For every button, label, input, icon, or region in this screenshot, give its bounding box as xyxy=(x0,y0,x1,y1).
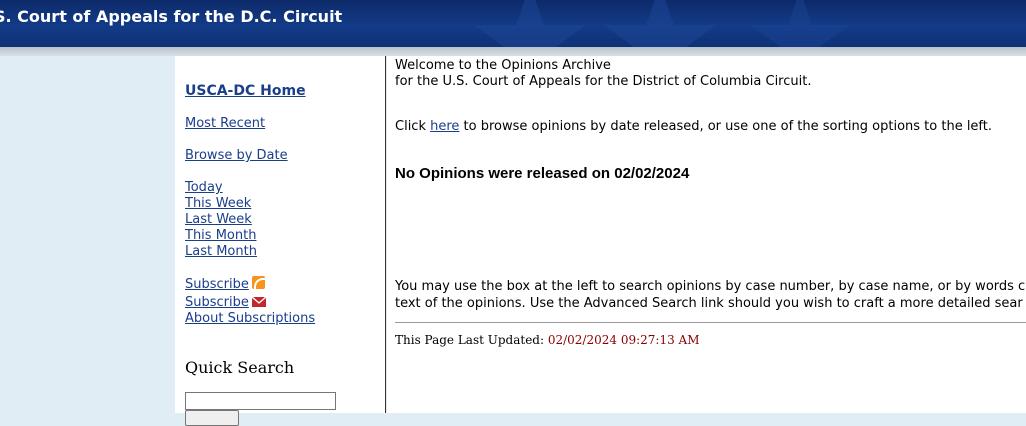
here-link[interactable]: here xyxy=(430,119,459,134)
banner-stripe xyxy=(0,47,1026,56)
subscribe-rss-label[interactable]: Subscribe xyxy=(185,277,249,292)
nav-this-week-link[interactable]: This Week xyxy=(185,196,251,211)
left-margin xyxy=(0,56,175,413)
subscribe-email-label[interactable]: Subscribe xyxy=(185,295,249,310)
nav-browse-by-date-link[interactable]: Browse by Date xyxy=(185,148,288,163)
welcome-line-1: Welcome to the Opinions Archive xyxy=(395,58,611,73)
nav-last-month-link[interactable]: Last Month xyxy=(185,244,257,259)
site-title: S. Court of Appeals for the D.C. Circuit xyxy=(0,7,343,26)
nav-about-subscriptions-link[interactable]: About Subscriptions xyxy=(185,311,315,326)
welcome-line-2: for the U.S. Court of Appeals for the Di… xyxy=(395,74,812,89)
sidebar-nav: USCA-DC Home Most Recent Browse by Date … xyxy=(175,56,386,426)
nav-last-week-link[interactable]: Last Week xyxy=(185,212,252,227)
site-banner: S. Court of Appeals for the D.C. Circuit xyxy=(0,0,1026,47)
quick-search-button[interactable] xyxy=(185,410,239,426)
nav-this-month-link[interactable]: This Month xyxy=(185,228,256,243)
email-icon[interactable] xyxy=(251,294,267,308)
main-content: Welcome to the Opinions Archive for the … xyxy=(387,56,1026,413)
click-suffix: to browse opinions by date released, or … xyxy=(459,119,993,134)
last-updated-label: This Page Last Updated: xyxy=(395,333,548,347)
content-divider xyxy=(395,322,1026,323)
search-help-line-1: You may use the box at the left to searc… xyxy=(395,279,1026,294)
no-opinions-heading: No Opinions were released on 02/02/2024 xyxy=(395,165,690,182)
last-updated: This Page Last Updated: 02/02/2024 09:27… xyxy=(395,333,699,347)
click-prefix: Click xyxy=(395,119,431,134)
last-updated-timestamp: 02/02/2024 09:27:13 AM xyxy=(547,333,700,347)
nav-subscribe-rss[interactable]: Subscribe xyxy=(185,276,265,292)
quick-search-input[interactable] xyxy=(185,392,336,410)
search-help-line-2: text of the opinions. Use the Advanced S… xyxy=(395,296,1023,311)
nav-subscribe-email[interactable]: Subscribe xyxy=(185,294,267,310)
rss-feed-icon[interactable] xyxy=(251,276,265,289)
nav-most-recent-link[interactable]: Most Recent xyxy=(185,116,265,131)
quick-search-title: Quick Search xyxy=(185,358,295,377)
nav-today-link[interactable]: Today xyxy=(185,180,223,195)
browse-instructions: Click here to browse opinions by date re… xyxy=(395,119,992,134)
banner-stars-decoration xyxy=(474,0,850,47)
nav-home-link[interactable]: USCA-DC Home xyxy=(185,83,306,99)
